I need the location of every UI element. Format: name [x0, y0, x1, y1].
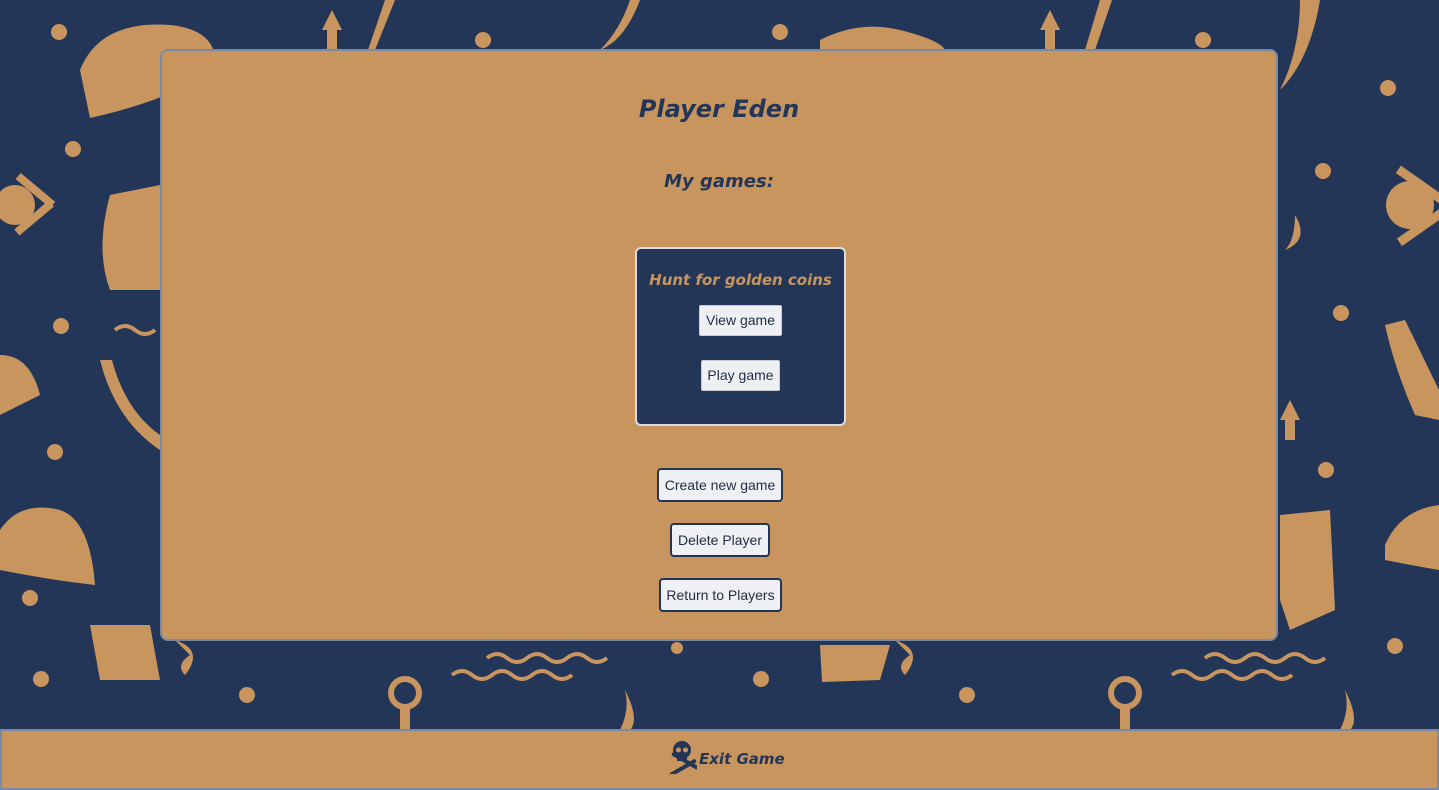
coin-dot-icon	[53, 318, 69, 334]
exit-game-label: Exit Game	[699, 750, 785, 768]
coin-dot-icon	[47, 444, 63, 460]
coin-dot-icon	[51, 24, 67, 40]
player-panel: Player Eden My games: Hunt for golden co…	[160, 49, 1278, 641]
hook-icon	[895, 640, 913, 675]
sword-icon	[100, 360, 160, 450]
footer-bar: Exit Game	[0, 729, 1439, 790]
hook-icon	[1285, 215, 1301, 250]
bottle-icon	[0, 355, 40, 415]
sword-icon	[368, 0, 395, 50]
coin-dot-icon	[239, 687, 255, 703]
exit-game-link[interactable]: Exit Game	[667, 740, 785, 779]
coin-dot-icon	[1333, 305, 1349, 321]
coin-dot-icon	[1315, 163, 1331, 179]
page-title: Player Eden	[638, 95, 800, 123]
bottle-icon	[1385, 320, 1439, 420]
coin-dot-icon	[65, 141, 81, 157]
pirate-ship-icon	[102, 185, 160, 290]
create-new-game-button[interactable]: Create new game	[657, 468, 783, 502]
coin-dot-icon	[475, 32, 491, 48]
skull-crossbones-icon	[667, 740, 699, 779]
return-to-players-button[interactable]: Return to Players	[659, 578, 782, 612]
coin-dot-icon	[671, 642, 683, 654]
delete-player-button[interactable]: Delete Player	[670, 523, 770, 557]
coin-dot-icon	[753, 671, 769, 687]
coin-dot-icon	[1380, 80, 1396, 96]
view-game-button[interactable]: View game	[699, 305, 782, 336]
coin-dot-icon	[959, 687, 975, 703]
coin-dot-icon	[1195, 32, 1211, 48]
play-game-button[interactable]: Play game	[701, 360, 780, 391]
coin-dot-icon	[1318, 462, 1334, 478]
hook-icon	[175, 640, 193, 675]
anchor-icon	[1040, 10, 1060, 50]
games-heading: My games:	[664, 171, 774, 192]
coin-dot-icon	[33, 671, 49, 687]
coin-dot-icon	[22, 590, 38, 606]
game-card: Hunt for golden coins View game Play gam…	[635, 247, 846, 426]
pirate-hat-icon	[1385, 505, 1439, 570]
sword-icon	[1085, 0, 1112, 50]
sword-icon	[1280, 0, 1320, 90]
pirate-ship-icon	[1280, 510, 1335, 630]
game-title: Hunt for golden coins	[649, 271, 832, 289]
pirate-hat-icon	[0, 507, 95, 585]
coin-dot-icon	[772, 24, 788, 40]
anchor-icon	[322, 10, 342, 50]
coin-dot-icon	[1387, 638, 1403, 654]
bottle-icon	[90, 625, 160, 680]
sword-icon	[600, 0, 640, 50]
